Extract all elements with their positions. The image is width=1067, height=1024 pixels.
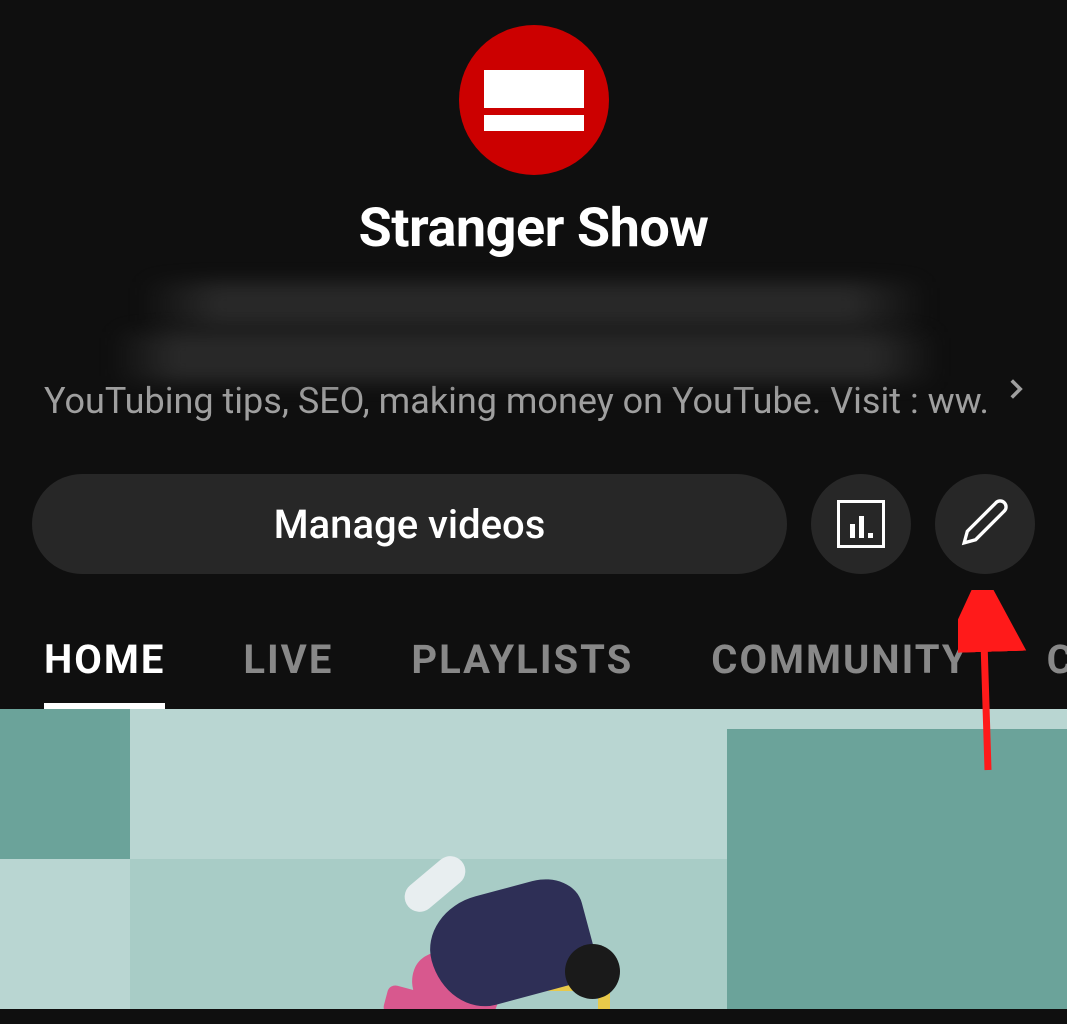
channel-header: Stranger Show YouTubing tips, SEO, makin… <box>0 0 1067 422</box>
channel-description-row[interactable]: YouTubing tips, SEO, making money on You… <box>0 342 1067 422</box>
channel-description: YouTubing tips, SEO, making money on You… <box>44 380 987 422</box>
analytics-button[interactable] <box>811 474 911 574</box>
tab-live[interactable]: LIVE <box>243 636 333 709</box>
manage-videos-button[interactable]: Manage videos <box>32 474 787 574</box>
action-row: Manage videos <box>0 474 1067 574</box>
avatar-decoration <box>484 70 584 108</box>
tab-home[interactable]: HOME <box>44 636 165 709</box>
tab-community[interactable]: COMMUNITY <box>711 636 968 709</box>
channel-name: Stranger Show <box>359 197 709 260</box>
channel-avatar[interactable] <box>459 25 609 175</box>
tab-playlists[interactable]: PLAYLISTS <box>411 636 633 709</box>
avatar-decoration <box>484 115 584 131</box>
chevron-right-icon <box>999 372 1033 410</box>
channel-meta-blurred <box>139 282 929 327</box>
edit-button[interactable] <box>935 474 1035 574</box>
thumb-decoration <box>727 729 1067 1009</box>
thumb-illustration <box>380 809 640 1009</box>
channel-tabs: HOME LIVE PLAYLISTS COMMUNITY CHA <box>0 636 1067 709</box>
thumb-decoration <box>0 709 130 859</box>
pencil-icon <box>960 497 1010 551</box>
tab-channels[interactable]: CHA <box>1047 636 1067 709</box>
manage-videos-label: Manage videos <box>274 501 546 548</box>
analytics-icon <box>837 500 885 548</box>
channel-desc-blurred <box>110 332 940 382</box>
featured-video-thumbnail[interactable] <box>0 709 1067 1009</box>
